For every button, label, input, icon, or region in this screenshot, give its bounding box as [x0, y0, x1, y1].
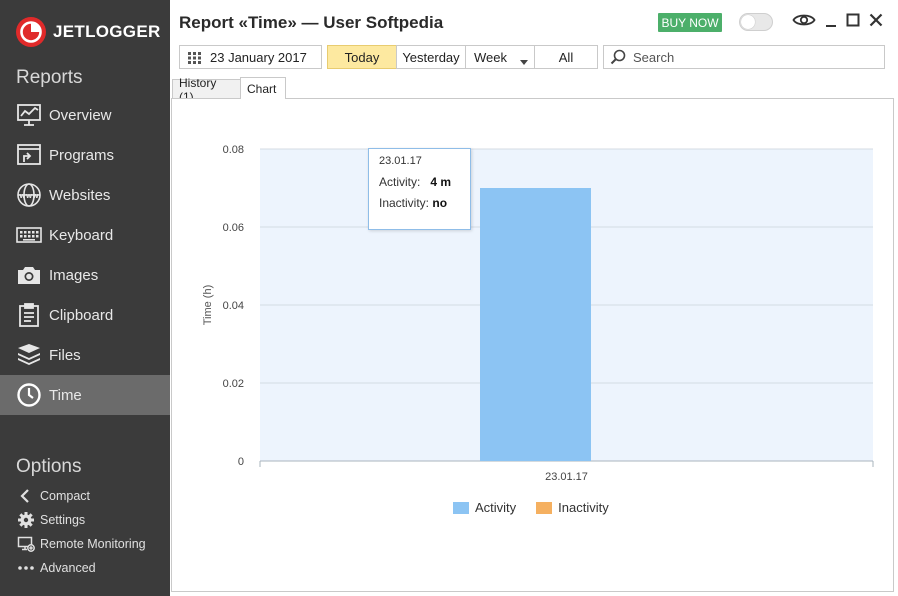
y-tick-label: 0.04 [223, 300, 244, 312]
legend-item-inactivity[interactable]: Inactivity [536, 500, 609, 515]
chart-tooltip: 23.01.17 Activity: 4 m Inactivity: no [368, 148, 471, 230]
y-tick-label: 0.06 [223, 222, 244, 234]
y-tick-label: 0.02 [223, 378, 244, 390]
y-axis-label: Time (h) [202, 285, 214, 326]
x-tick-label: 23.01.17 [545, 471, 588, 483]
bar-activity [480, 188, 591, 461]
tooltip-activity: Activity: 4 m [379, 175, 452, 189]
y-tick-label: 0 [238, 456, 244, 468]
tooltip-inactivity: Inactivity: no [379, 196, 448, 210]
legend-item-activity[interactable]: Activity [453, 500, 516, 515]
y-tick-label: 0.08 [223, 144, 244, 156]
legend-swatch-activity [453, 501, 469, 514]
time-chart: 0 0.02 0.04 0.06 0.08 23.01.17 Time (h) [202, 144, 874, 483]
legend-swatch-inactivity [536, 501, 553, 514]
chart-legend: Activity Inactivity [453, 500, 629, 515]
tooltip-date: 23.01.17 [379, 155, 422, 167]
tab-chart[interactable]: Chart [240, 77, 286, 99]
